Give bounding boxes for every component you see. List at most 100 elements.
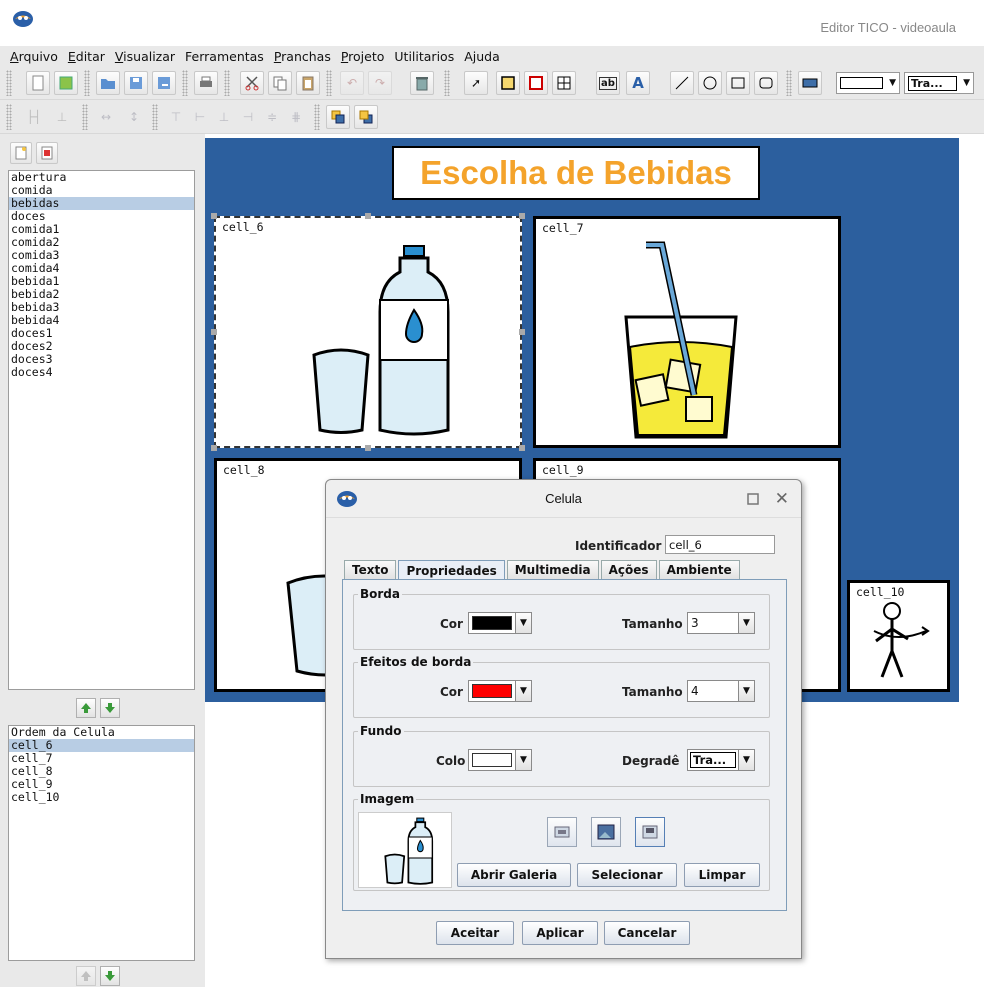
cell-order-list[interactable]: Ordem da Celula cell_6 cell_7 cell_8 cell_9… <box>8 725 195 961</box>
new-board-button[interactable] <box>54 71 78 95</box>
undo-button[interactable]: ↶ <box>340 71 364 95</box>
toolbar-grip[interactable] <box>224 70 230 96</box>
gradient-combo-dialog[interactable]: Tra... ▼ <box>687 749 755 771</box>
grid-tool-button[interactable] <box>552 71 576 95</box>
move-up-button[interactable] <box>76 698 96 718</box>
toolbar-grip[interactable] <box>82 104 88 130</box>
image-center-button[interactable] <box>635 817 665 847</box>
paste-button[interactable] <box>296 71 320 95</box>
board-list-item[interactable]: doces4 <box>9 366 194 379</box>
same-width-button[interactable]: ├┤ <box>22 105 46 129</box>
border-effects-size-combo[interactable]: 4 ▼ <box>687 680 755 702</box>
image-fit-button[interactable] <box>547 817 577 847</box>
save-button[interactable] <box>124 71 148 95</box>
open-button[interactable] <box>96 71 120 95</box>
tab-acoes[interactable]: Ações <box>600 560 657 579</box>
menu-ferramentas[interactable]: Ferramentas <box>185 49 264 64</box>
cut-button[interactable] <box>240 71 264 95</box>
toolbar-grip[interactable] <box>6 104 12 130</box>
new-board-small-button[interactable] <box>10 142 32 164</box>
copy-button[interactable] <box>268 71 292 95</box>
align-right-button[interactable]: ⊣ <box>236 105 260 129</box>
cell-10[interactable]: cell_10 <box>847 580 950 692</box>
align-center-horizontal-button[interactable]: ⋕ <box>284 105 308 129</box>
menu-visualizar[interactable]: Visualizar <box>115 49 175 64</box>
distribute-vertical-button[interactable]: ↕ <box>122 105 146 129</box>
cell-label: cell_8 <box>223 463 265 477</box>
accept-button[interactable]: Aceitar <box>436 921 514 945</box>
border-size-combo[interactable]: 3 ▼ <box>687 612 755 634</box>
tico-logo-icon <box>13 11 33 27</box>
align-width-icon: ├┤ <box>26 110 42 124</box>
controller-cell-button[interactable] <box>524 71 548 95</box>
send-to-back-button[interactable] <box>354 105 378 129</box>
same-height-button[interactable]: ⊥ <box>50 105 74 129</box>
new-project-button[interactable] <box>26 71 50 95</box>
open-gallery-button[interactable]: Abrir Galeria <box>457 863 571 887</box>
cell-6[interactable]: cell_6 <box>214 216 522 448</box>
tab-multimedia[interactable]: Multimedia <box>506 560 599 579</box>
clear-image-button[interactable]: Limpar <box>684 863 760 887</box>
tab-propriedades[interactable]: Propriedades <box>398 560 505 580</box>
toolbar-grip[interactable] <box>182 70 188 96</box>
select-image-button[interactable]: Selecionar <box>577 863 677 887</box>
apply-button[interactable]: Aplicar <box>522 921 598 945</box>
toolbar-grip[interactable] <box>6 70 12 96</box>
align-bottom-button[interactable]: ⊥ <box>212 105 236 129</box>
fill-color-button[interactable] <box>798 71 822 95</box>
board-list[interactable]: abertura comida bebidas doces comida1 comida2… <box>8 170 195 690</box>
board-heading[interactable]: Escolha de Bebidas <box>392 146 760 200</box>
bring-to-front-button[interactable] <box>326 105 350 129</box>
maximize-icon[interactable] <box>745 491 761 507</box>
line-tool-button[interactable] <box>670 71 694 95</box>
save-as-button[interactable] <box>152 71 176 95</box>
save-icon <box>130 77 142 89</box>
border-color-combo[interactable]: ▼ <box>468 612 532 634</box>
cell-7[interactable]: cell_7 <box>533 216 841 448</box>
round-rectangle-tool-button[interactable] <box>754 71 778 95</box>
menu-projeto[interactable]: Projeto <box>341 49 385 64</box>
toolbar-grip[interactable] <box>152 104 158 130</box>
redo-button[interactable]: ↷ <box>368 71 392 95</box>
select-tool-button[interactable]: ➚ <box>464 71 488 95</box>
cell-order-up-button[interactable] <box>76 966 96 986</box>
dialog-title-bar[interactable]: Celula ✕ <box>326 480 801 518</box>
menu-utilitarios[interactable]: Utilitarios <box>394 49 454 64</box>
print-button[interactable] <box>194 71 218 95</box>
menu-ajuda[interactable]: Ajuda <box>464 49 500 64</box>
trash-button[interactable] <box>410 71 434 95</box>
align-center-vertical-button[interactable]: ≑ <box>260 105 284 129</box>
image-stretch-button[interactable] <box>591 817 621 847</box>
text-area-button[interactable]: ab <box>596 71 620 95</box>
line-color-combo[interactable]: ▼ <box>836 72 900 94</box>
ellipse-tool-button[interactable] <box>698 71 722 95</box>
align-top-button[interactable]: ⊤ <box>164 105 188 129</box>
rectangle-tool-button[interactable] <box>726 71 750 95</box>
identifier-field[interactable]: cell_6 <box>665 535 775 554</box>
toolbar-grip[interactable] <box>84 70 90 96</box>
toolbar-grip[interactable] <box>444 70 450 96</box>
distribute-horizontal-button[interactable]: ↔ <box>94 105 118 129</box>
gradient-combo[interactable]: Tra... ▼ <box>904 72 974 94</box>
background-color-combo[interactable]: ▼ <box>468 749 532 771</box>
menu-arquivo[interactable]: Arquivo <box>10 49 58 64</box>
cell-tool-button[interactable] <box>496 71 520 95</box>
toolbar-grip[interactable] <box>786 70 792 96</box>
text-icon: A <box>632 74 644 92</box>
close-icon[interactable]: ✕ <box>775 489 789 509</box>
toolbar-grip[interactable] <box>314 104 320 130</box>
align-left-button[interactable]: ⊢ <box>188 105 212 129</box>
menu-editar[interactable]: Editar <box>68 49 105 64</box>
cell-order-down-button[interactable] <box>100 966 120 986</box>
label-tool-button[interactable]: A <box>626 71 650 95</box>
menu-pranchas[interactable]: Pranchas <box>274 49 331 64</box>
delete-board-button[interactable] <box>36 142 58 164</box>
tab-ambiente[interactable]: Ambiente <box>658 560 740 579</box>
arrow-up-icon <box>81 703 91 713</box>
tab-texto[interactable]: Texto <box>344 560 397 579</box>
border-effects-color-combo[interactable]: ▼ <box>468 680 532 702</box>
move-down-button[interactable] <box>100 698 120 718</box>
cancel-button[interactable]: Cancelar <box>604 921 690 945</box>
cell-order-item[interactable]: cell_10 <box>9 791 194 804</box>
toolbar-grip[interactable] <box>326 70 332 96</box>
